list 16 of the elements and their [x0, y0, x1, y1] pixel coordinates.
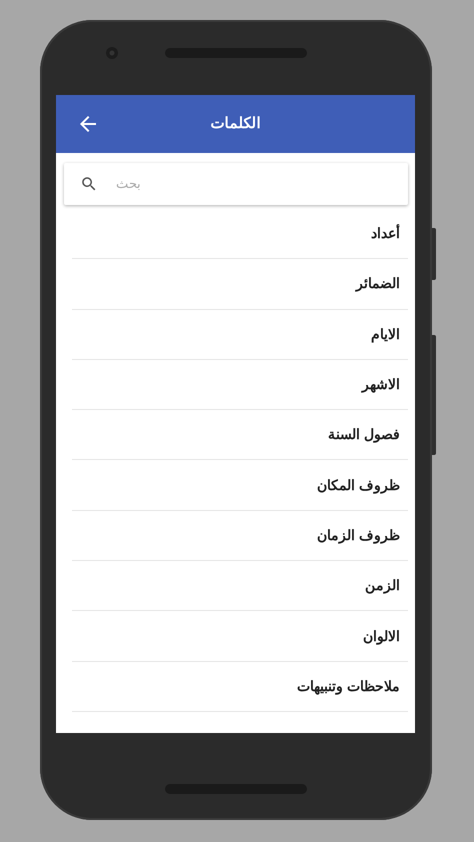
list-item[interactable]: فصول السنة	[72, 410, 408, 460]
list-item[interactable]: أعداد	[72, 209, 408, 260]
screen-title: الكلمات	[210, 114, 260, 134]
list-item[interactable]: الضمائر	[72, 259, 408, 310]
search-field[interactable]: بحث	[114, 173, 314, 195]
side-button[interactable]	[432, 228, 436, 280]
list-item[interactable]: ظروف الزمان	[72, 510, 408, 562]
list-item[interactable]: الزمن	[72, 561, 408, 612]
list-item[interactable]: ظروف المكان	[72, 460, 408, 511]
list-item[interactable]: الايام	[72, 310, 408, 360]
camera-icon	[105, 46, 119, 60]
side-button[interactable]	[432, 335, 436, 455]
search-icon	[80, 175, 98, 193]
list-item[interactable]: الالوان	[72, 611, 408, 662]
list-item[interactable]: ملاحظات وتنبيهات	[72, 662, 408, 712]
list-item[interactable]: الاشهر	[72, 360, 408, 410]
